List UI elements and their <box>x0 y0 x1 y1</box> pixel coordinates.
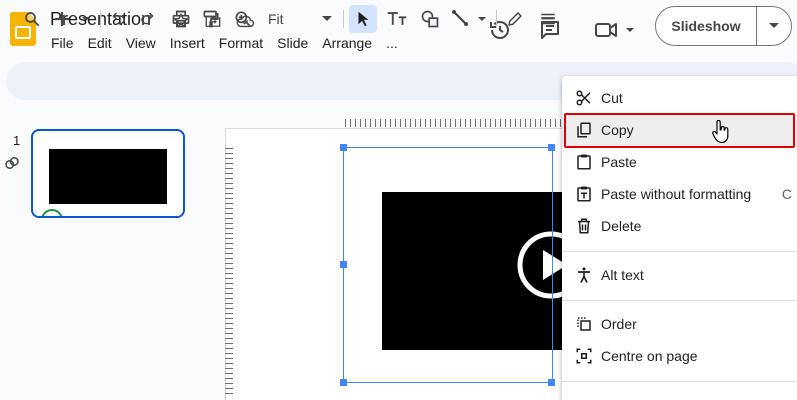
text-box-icon[interactable] <box>382 5 412 33</box>
chevron-down-icon[interactable] <box>757 22 791 30</box>
menu-item-delete[interactable]: Delete <box>562 210 797 242</box>
toolbar-divider <box>343 10 344 28</box>
menu-item-cut[interactable]: Cut <box>562 82 797 114</box>
resize-handle-bottom-left[interactable] <box>340 379 347 386</box>
menu-item-label: Delete <box>601 218 642 234</box>
slideshow-button[interactable]: Slideshow <box>655 6 792 46</box>
shape-icon[interactable] <box>416 5 444 33</box>
menu-item-label: Paste <box>601 154 637 170</box>
menu-item-paste-without-formatting[interactable]: Paste without formatting C <box>562 178 797 210</box>
top-ruler <box>345 119 575 127</box>
menu-edit[interactable]: Edit <box>81 33 119 53</box>
resize-handle-top-left[interactable] <box>340 144 347 151</box>
menu-divider <box>562 251 797 252</box>
center-icon <box>574 346 594 366</box>
menu-item-alt-text[interactable]: Alt text <box>562 259 797 291</box>
zoom-select[interactable]: Fit <box>262 5 338 33</box>
menu-bar: File Edit View Insert Format Slide Arran… <box>44 33 405 53</box>
scissors-icon <box>574 88 594 108</box>
trash-icon <box>574 216 594 236</box>
menu-arrange[interactable]: Arrange <box>315 33 379 53</box>
undo-icon[interactable] <box>106 5 130 33</box>
link-icon <box>5 157 19 169</box>
menu-format[interactable]: Format <box>212 33 270 53</box>
meet-call-icon[interactable] <box>588 10 638 50</box>
slide-thumbnail[interactable] <box>31 129 185 218</box>
pen-icon[interactable] <box>502 5 528 33</box>
collaborator-badge-icon <box>41 209 63 216</box>
toolbar-divider <box>496 10 497 28</box>
selection-box <box>343 147 553 383</box>
menu-slide[interactable]: Slide <box>270 33 315 53</box>
line-weight-icon[interactable] <box>536 5 560 33</box>
menu-divider <box>562 300 797 301</box>
resize-handle-top-right[interactable] <box>548 144 555 151</box>
shortcut-hint: C <box>781 186 792 202</box>
menu-item-label: Paste without formatting <box>601 186 752 202</box>
menu-divider <box>562 381 797 382</box>
menu-insert[interactable]: Insert <box>163 33 212 53</box>
clipboard-icon <box>574 152 594 172</box>
menu-item-label: Cut <box>601 90 623 106</box>
menu-item-label: Alt text <box>601 267 644 283</box>
menu-item-order[interactable]: Order <box>562 308 797 340</box>
toolbar-divider <box>100 10 101 28</box>
clipboard-text-icon <box>574 184 594 204</box>
chevron-down-icon <box>322 16 332 21</box>
menu-item-label: Order <box>601 316 637 332</box>
print-icon[interactable] <box>168 5 194 33</box>
hand-cursor-icon <box>712 120 729 144</box>
new-slide-button[interactable] <box>52 5 96 33</box>
order-icon <box>574 314 594 334</box>
menu-item-label: Centre on page <box>601 348 698 364</box>
thumbnail-video-placeholder <box>49 149 167 204</box>
line-tool-icon[interactable] <box>448 5 492 33</box>
slideshow-label[interactable]: Slideshow <box>656 7 757 45</box>
zoom-value: Fit <box>268 11 284 27</box>
menu-item-centre-on-page[interactable]: Centre on page <box>562 340 797 372</box>
slide-number: 1 <box>13 133 21 148</box>
menu-item-paste[interactable]: Paste <box>562 146 797 178</box>
accessibility-icon <box>574 265 594 285</box>
redo-icon[interactable] <box>136 5 160 33</box>
resize-handle-left[interactable] <box>340 261 347 268</box>
zoom-icon[interactable] <box>230 5 256 33</box>
left-ruler <box>225 148 233 398</box>
select-tool-icon[interactable] <box>349 5 377 33</box>
menu-view[interactable]: View <box>119 33 163 53</box>
menu-more[interactable]: ... <box>379 33 405 53</box>
paint-format-icon[interactable] <box>198 5 224 33</box>
resize-handle-bottom-right[interactable] <box>548 379 555 386</box>
search-menus-icon[interactable] <box>18 5 46 33</box>
menu-file[interactable]: File <box>44 33 81 53</box>
copy-highlight-box <box>564 113 795 148</box>
